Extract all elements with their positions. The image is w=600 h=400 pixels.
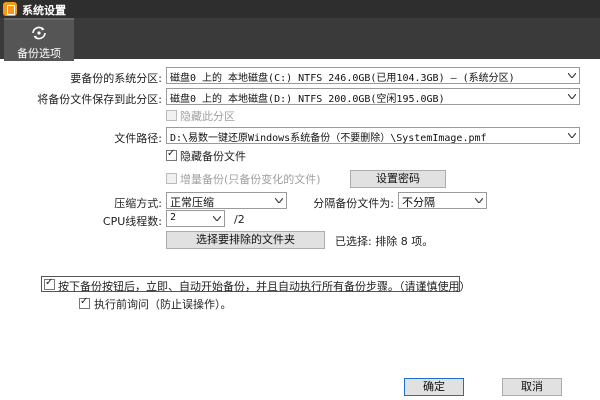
chevron-down-icon bbox=[475, 198, 483, 203]
toolbar: 备份选项 bbox=[0, 18, 600, 61]
compression-value: 正常压缩 bbox=[170, 196, 214, 209]
ok-button[interactable]: 确定 bbox=[404, 378, 464, 396]
split-select[interactable]: 不分隔 bbox=[398, 192, 487, 209]
split-value: 不分隔 bbox=[402, 196, 435, 209]
exclude-folders-button[interactable]: 选择要排除的文件夹 bbox=[166, 231, 325, 249]
incremental-backup-label: 增量备份(只备份变化的文件) bbox=[180, 173, 321, 186]
tab-label: 备份选项 bbox=[17, 47, 61, 60]
compression-label: 压缩方式: bbox=[114, 197, 162, 210]
chevron-down-icon bbox=[213, 216, 221, 221]
source-partition-label: 要备份的系统分区: bbox=[70, 72, 162, 85]
cpu-threads-label: CPU线程数: bbox=[102, 215, 162, 228]
hide-partition-label: 隐藏此分区 bbox=[180, 110, 235, 123]
app-logo-icon bbox=[3, 2, 17, 16]
split-label: 分隔备份文件为: bbox=[313, 197, 394, 210]
confirm-before-checkbox[interactable] bbox=[79, 296, 90, 309]
dest-partition-value: 磁盘0 上的 本地磁盘(D:) NTFS 200.0GB(空闲195.0GB) bbox=[170, 94, 445, 105]
source-partition-select[interactable]: 磁盘0 上的 本地磁盘(C:) NTFS 246.0GB(已用104.3GB) … bbox=[166, 67, 580, 84]
window-title: 系统设置 bbox=[22, 4, 66, 17]
hide-backup-file-checkbox[interactable] bbox=[166, 148, 177, 161]
chevron-down-icon bbox=[568, 133, 576, 138]
chevron-down-icon bbox=[568, 94, 576, 99]
title-bar: 系统设置 bbox=[0, 0, 600, 18]
hide-partition-checkbox[interactable] bbox=[166, 110, 177, 121]
source-partition-value: 磁盘0 上的 本地磁盘(C:) NTFS 246.0GB(已用104.3GB) … bbox=[170, 73, 515, 84]
tab-backup-options[interactable]: 备份选项 bbox=[4, 18, 74, 61]
cancel-button[interactable]: 取消 bbox=[502, 378, 562, 396]
file-path-label: 文件路径: bbox=[114, 132, 162, 145]
compression-select[interactable]: 正常压缩 bbox=[166, 192, 287, 209]
set-password-button[interactable]: 设置密码 bbox=[350, 170, 446, 188]
auto-start-label: 按下备份按钮后，立即、自动开始备份，并且自动执行所有备份步骤。（请谨慎使用） bbox=[58, 280, 471, 293]
incremental-backup-checkbox[interactable] bbox=[166, 173, 177, 184]
chevron-down-icon bbox=[275, 198, 283, 203]
cpu-threads-value: 2 bbox=[170, 212, 177, 223]
dest-partition-select[interactable]: 磁盘0 上的 本地磁盘(D:) NTFS 200.0GB(空闲195.0GB) bbox=[166, 88, 580, 105]
confirm-before-label: 执行前询问（防止误操作）。 bbox=[94, 298, 232, 311]
exclude-status-text: 已选择: 排除 8 项。 bbox=[335, 235, 434, 248]
backup-sync-icon bbox=[32, 26, 46, 40]
hide-backup-file-label: 隐藏备份文件 bbox=[180, 150, 246, 163]
cpu-threads-select[interactable]: 2 bbox=[166, 210, 225, 227]
file-path-value: D:\易数一键还原Windows系统备份（不要删除）\SystemImage.p… bbox=[170, 133, 487, 144]
file-path-field[interactable]: D:\易数一键还原Windows系统备份（不要删除）\SystemImage.p… bbox=[166, 127, 580, 144]
dest-partition-label: 将备份文件保存到此分区: bbox=[37, 93, 162, 106]
chevron-down-icon bbox=[568, 73, 576, 78]
cpu-threads-total: /2 bbox=[234, 213, 245, 226]
